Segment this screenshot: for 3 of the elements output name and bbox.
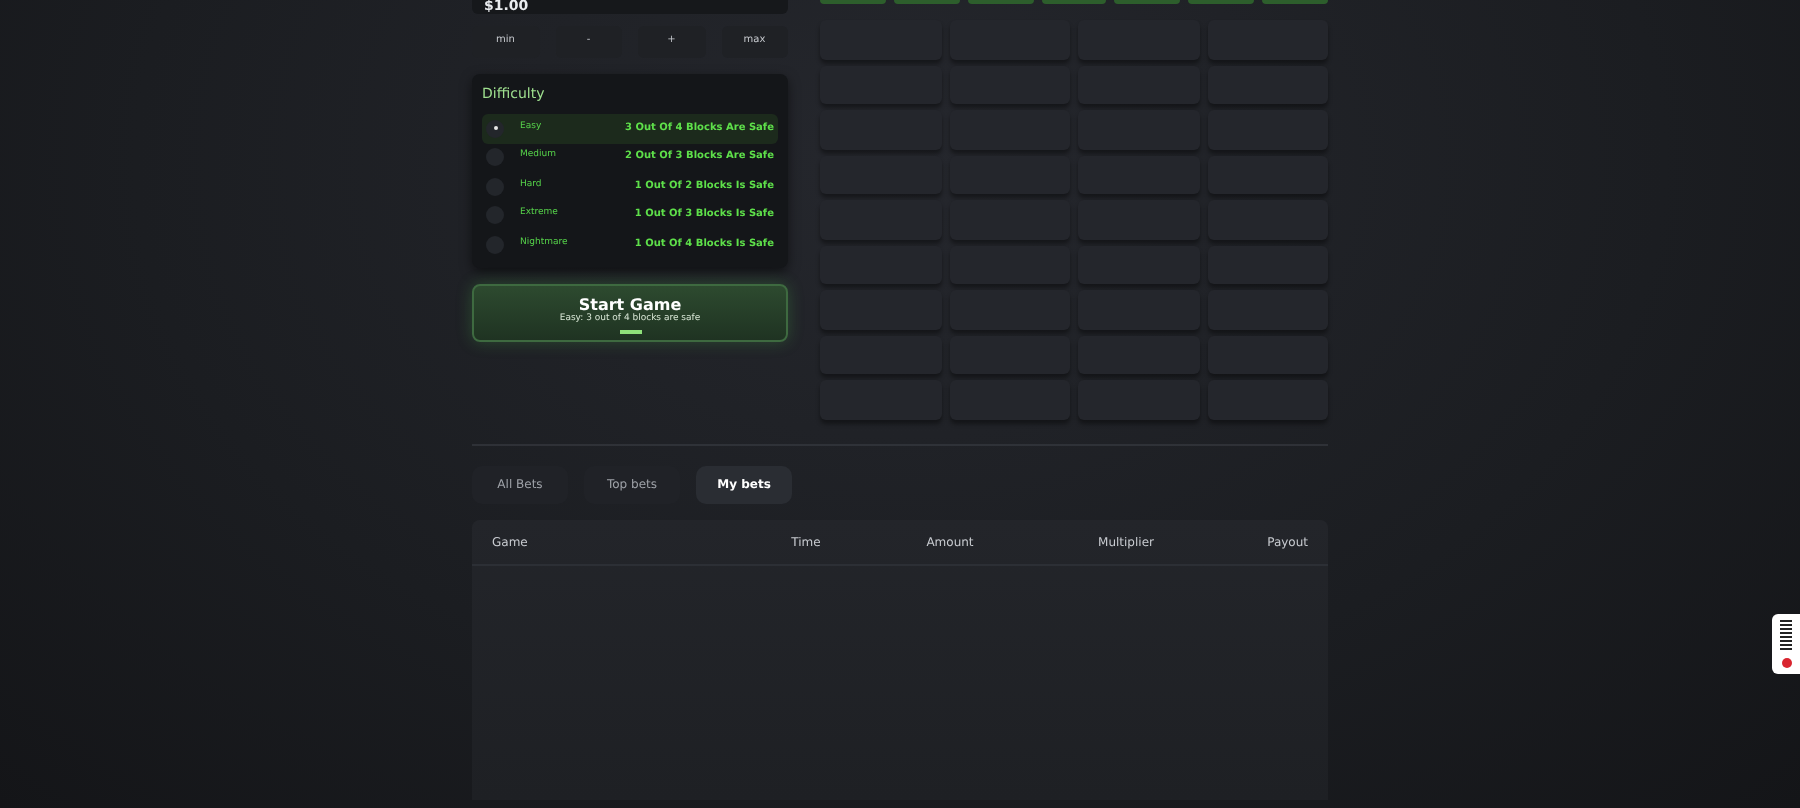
side-widget[interactable] [1772,614,1800,674]
dot-icon [1781,657,1791,668]
radio-icon [486,119,504,138]
